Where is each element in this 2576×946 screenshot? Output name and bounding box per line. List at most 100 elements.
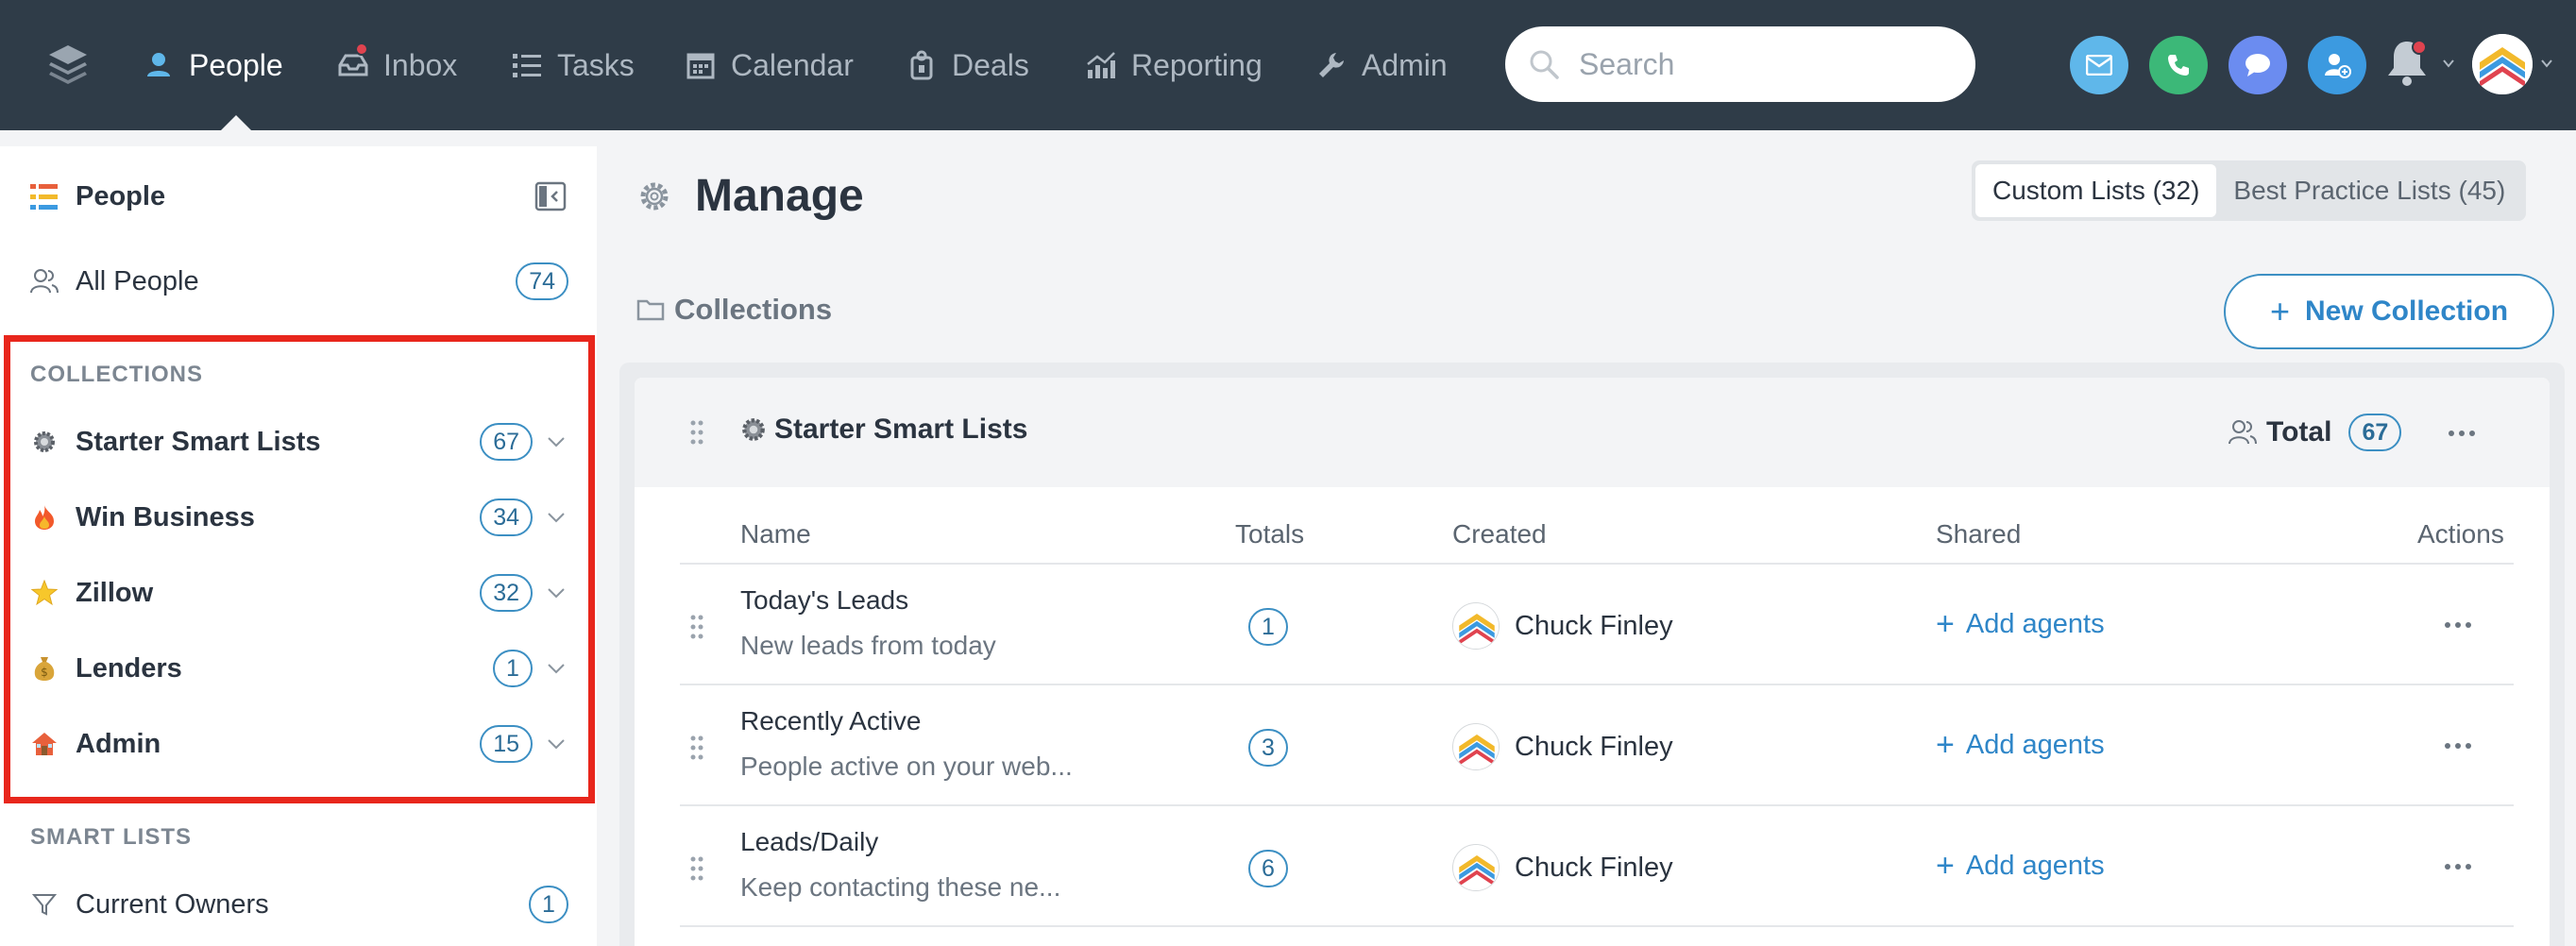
nav-label: Calendar bbox=[731, 47, 854, 82]
calendar-icon bbox=[684, 48, 718, 82]
list-creator: Chuck Finley bbox=[1452, 723, 1673, 770]
notification-dot bbox=[355, 42, 368, 56]
nav-inbox[interactable]: Inbox bbox=[336, 42, 457, 89]
divider bbox=[680, 925, 2514, 927]
add-agents-link[interactable]: + Add agents bbox=[1936, 727, 2105, 764]
list-icon bbox=[30, 183, 58, 210]
nav-reporting[interactable]: Reporting bbox=[1084, 42, 1263, 89]
column-header-totals[interactable]: Totals bbox=[1235, 519, 1304, 549]
divider bbox=[680, 804, 2514, 806]
people-outline-icon bbox=[30, 267, 59, 296]
tasks-icon bbox=[510, 48, 544, 82]
app-logo-icon[interactable] bbox=[45, 42, 91, 87]
add-agents-label: Add agents bbox=[1965, 851, 2105, 881]
drag-handle-icon[interactable] bbox=[689, 419, 704, 446]
divider bbox=[680, 563, 2514, 565]
tab-custom-lists[interactable]: Custom Lists (32) bbox=[1975, 164, 2217, 217]
sidebar-item-current-owners[interactable]: Current Owners 1 bbox=[30, 881, 568, 928]
add-agents-link[interactable]: + Add agents bbox=[1936, 606, 2105, 643]
tab-best-practice-lists[interactable]: Best Practice Lists (45) bbox=[2216, 164, 2522, 217]
drag-handle-icon[interactable] bbox=[689, 614, 704, 640]
nav-label: Inbox bbox=[383, 47, 458, 82]
deals-icon bbox=[905, 48, 939, 82]
creator-name: Chuck Finley bbox=[1515, 610, 1673, 641]
more-options-icon[interactable] bbox=[2444, 620, 2472, 630]
count-badge: 1 bbox=[529, 886, 568, 923]
column-header-shared[interactable]: Shared bbox=[1936, 519, 2021, 549]
nav-label: Tasks bbox=[557, 47, 635, 82]
divider bbox=[680, 684, 2514, 685]
sidebar-item-all-people[interactable]: All People 74 bbox=[30, 258, 568, 305]
chat-button[interactable] bbox=[2229, 36, 2287, 94]
sidebar: People All People 74 COLLECTIONS Starter… bbox=[0, 146, 597, 946]
list-name[interactable]: Leads/Daily bbox=[740, 827, 878, 857]
more-options-icon[interactable] bbox=[2448, 429, 2476, 438]
list-name[interactable]: Today's Leads bbox=[740, 585, 908, 616]
collections-heading-text: Collections bbox=[674, 293, 833, 326]
people-icon bbox=[142, 48, 176, 82]
new-collection-label: New Collection bbox=[2305, 296, 2509, 327]
column-header-created[interactable]: Created bbox=[1452, 519, 1547, 549]
count-badge: 67 bbox=[2348, 414, 2402, 451]
notifications-button[interactable] bbox=[2383, 36, 2436, 93]
collection-title: Starter Smart Lists bbox=[740, 414, 1027, 446]
collection-panel: Starter Smart Lists Total 67 Name Totals… bbox=[635, 378, 2550, 946]
gear-icon bbox=[742, 418, 765, 441]
page-title: Manage bbox=[636, 170, 864, 222]
collection-panel-header: Starter Smart Lists Total 67 bbox=[635, 378, 2550, 487]
phone-button[interactable] bbox=[2149, 36, 2208, 94]
list-description: People active on your web... bbox=[740, 752, 1073, 781]
collection-total: Total 67 bbox=[2229, 414, 2402, 451]
chat-bubble-icon bbox=[2246, 54, 2270, 76]
creator-avatar bbox=[1452, 602, 1500, 650]
list-name[interactable]: Recently Active bbox=[740, 706, 921, 736]
reporting-icon bbox=[1084, 48, 1118, 82]
collections-heading: Collections bbox=[636, 293, 832, 327]
nav-label: People bbox=[189, 47, 283, 82]
new-collection-button[interactable]: + New Collection bbox=[2224, 274, 2554, 349]
sidebar-item-label: All People bbox=[76, 265, 199, 296]
add-agents-link[interactable]: + Add agents bbox=[1936, 848, 2105, 885]
email-icon bbox=[2086, 55, 2112, 76]
collapse-sidebar-icon[interactable] bbox=[534, 180, 567, 212]
user-avatar[interactable] bbox=[2472, 34, 2533, 94]
phone-icon bbox=[2168, 55, 2189, 76]
nav-admin[interactable]: Admin bbox=[1314, 42, 1448, 89]
creator-avatar bbox=[1452, 844, 1500, 891]
add-agents-label: Add agents bbox=[1965, 730, 2105, 760]
chevron-down-icon bbox=[2443, 59, 2454, 68]
nav-tasks[interactable]: Tasks bbox=[510, 42, 635, 89]
collection-title-text: Starter Smart Lists bbox=[774, 414, 1028, 445]
list-type-toggle: Custom Lists (32) Best Practice Lists (4… bbox=[1972, 160, 2527, 221]
wrench-icon bbox=[1314, 48, 1348, 82]
highlight-box bbox=[4, 335, 595, 803]
more-options-icon[interactable] bbox=[2444, 862, 2472, 871]
nav-label: Admin bbox=[1362, 47, 1448, 82]
column-header-name[interactable]: Name bbox=[740, 519, 811, 549]
sidebar-header: People bbox=[30, 181, 165, 212]
plus-icon: + bbox=[1936, 848, 1955, 884]
creator-name: Chuck Finley bbox=[1515, 852, 1673, 883]
nav-calendar[interactable]: Calendar bbox=[684, 42, 854, 89]
add-agents-label: Add agents bbox=[1965, 609, 2105, 639]
list-creator: Chuck Finley bbox=[1452, 602, 1673, 650]
creator-name: Chuck Finley bbox=[1515, 731, 1673, 762]
search-box[interactable] bbox=[1505, 26, 1975, 102]
nav-deals[interactable]: Deals bbox=[905, 42, 1029, 89]
folder-icon bbox=[636, 299, 665, 321]
drag-handle-icon[interactable] bbox=[689, 855, 704, 882]
list-description: Keep contacting these ne... bbox=[740, 872, 1061, 902]
search-input[interactable] bbox=[1579, 46, 1938, 82]
email-button[interactable] bbox=[2070, 36, 2128, 94]
add-person-button[interactable] bbox=[2308, 36, 2366, 94]
notification-dot bbox=[2412, 40, 2427, 55]
nav-people[interactable]: People bbox=[142, 42, 283, 89]
chevron-down-icon bbox=[2541, 59, 2552, 68]
sidebar-title: People bbox=[76, 181, 166, 211]
smart-lists-section-title: SMART LISTS bbox=[30, 824, 192, 850]
inbox-icon bbox=[336, 42, 370, 82]
drag-handle-icon[interactable] bbox=[689, 735, 704, 761]
people-outline-icon bbox=[2229, 420, 2257, 445]
more-options-icon[interactable] bbox=[2444, 741, 2472, 751]
page-title-text: Manage bbox=[695, 171, 864, 221]
